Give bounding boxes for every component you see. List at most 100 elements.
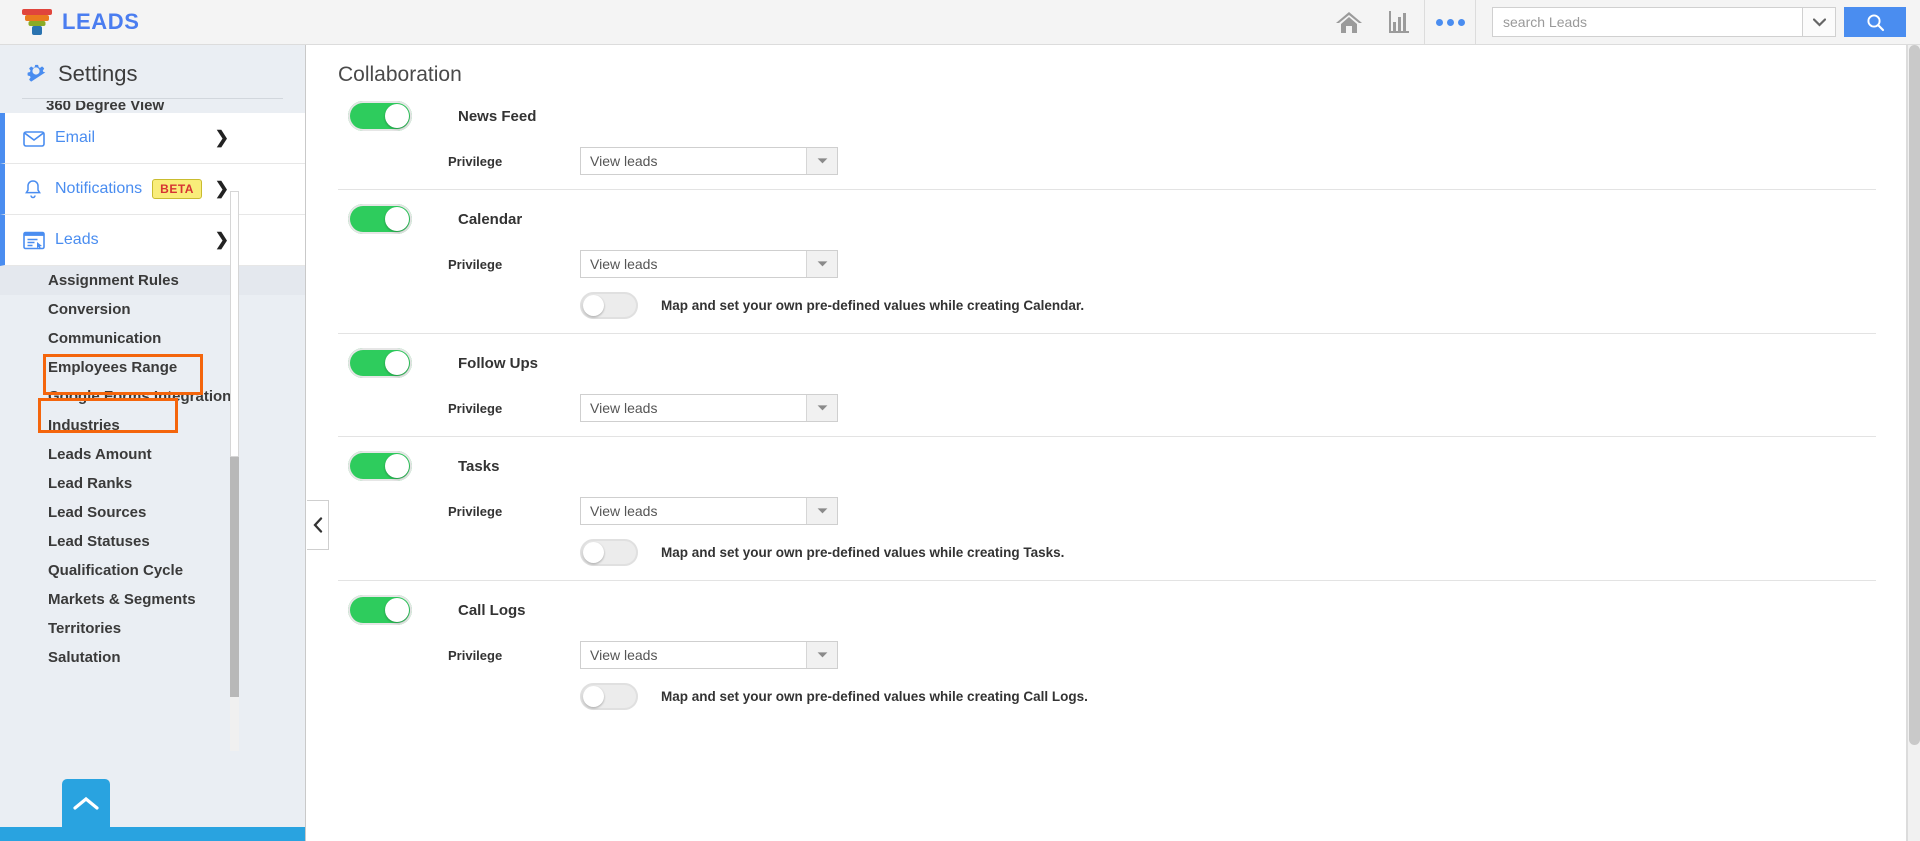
privilege-select[interactable]: View leads <box>580 147 838 175</box>
privilege-select-value: View leads <box>590 503 658 519</box>
feature-name: Calendar <box>458 210 523 228</box>
sidebar-sub-item[interactable]: Industries <box>0 411 305 440</box>
privilege-select[interactable]: View leads <box>580 497 838 525</box>
page-scrollbar-thumb[interactable] <box>1909 45 1920 745</box>
search-input[interactable] <box>1492 7 1802 37</box>
feature-header: Tasks <box>338 437 1876 481</box>
toggle-knob <box>385 598 409 622</box>
sidebar-sub-item[interactable]: Salutation <box>0 643 305 672</box>
caret-down-icon[interactable] <box>806 642 837 668</box>
privilege-select-value: View leads <box>590 400 658 416</box>
home-icon-svg <box>1336 12 1362 33</box>
sidebar-sub-item[interactable]: Assignment Rules <box>0 266 305 295</box>
sidebar-scrollbar-upper[interactable] <box>230 191 239 457</box>
sidebar-group-label-leads: Leads <box>55 231 99 248</box>
sidebar-sub-item-label: Conversion <box>48 301 131 318</box>
feature-name: Tasks <box>458 457 500 475</box>
map-values-toggle[interactable] <box>580 683 638 710</box>
map-values-row: Map and set your own pre-defined values … <box>338 683 1876 710</box>
leads-card-icon <box>23 231 49 250</box>
sidebar-item-360-degree-view[interactable]: 360 Degree View <box>0 101 305 113</box>
collaboration-sections: News Feed Privilege View leads Calendar Priv… <box>307 87 1907 724</box>
sidebar-sub-item[interactable]: Conversion <box>0 295 305 324</box>
sidebar-sub-item-label: Leads Amount <box>48 446 152 463</box>
envelope-icon <box>23 130 49 147</box>
scroll-to-top-button[interactable] <box>62 779 110 829</box>
feature-enable-toggle[interactable] <box>348 595 412 625</box>
feature-section: Follow Ups Privilege View leads <box>338 334 1876 437</box>
search-submit-button[interactable] <box>1844 7 1906 37</box>
privilege-select[interactable]: View leads <box>580 394 838 422</box>
feature-enable-toggle[interactable] <box>348 451 412 481</box>
bottom-status-bar <box>0 827 305 841</box>
sidebar-sub-item-label: Google Forms Integration <box>48 388 232 405</box>
sidebar-sub-item-label: Industries <box>48 417 120 434</box>
privilege-label: Privilege <box>448 153 503 169</box>
caret-down-icon[interactable] <box>806 395 837 421</box>
feature-header: News Feed <box>338 87 1876 131</box>
search-area <box>1492 7 1906 37</box>
home-icon[interactable] <box>1324 0 1374 45</box>
caret-down-icon[interactable] <box>806 148 837 174</box>
map-values-text: Map and set your own pre-defined values … <box>661 298 1085 313</box>
feature-section: Calendar Privilege View leads Map and set y… <box>338 190 1876 334</box>
sidebar-scrollbar-thumb[interactable] <box>230 457 239 697</box>
caret-down-glyph <box>817 405 827 411</box>
sidebar-group-label-email: Email <box>55 129 96 146</box>
feature-enable-toggle[interactable] <box>348 348 412 378</box>
topbar-actions <box>1324 0 1920 45</box>
sidebar-sub-item[interactable]: Leads Amount <box>0 440 305 469</box>
sidebar-sub-item[interactable]: Google Forms Integration <box>0 382 305 411</box>
chevron-right-icon: ❯ <box>214 128 229 147</box>
map-values-toggle[interactable] <box>580 539 638 566</box>
feature-enable-toggle[interactable] <box>348 101 412 131</box>
bar-chart-icon-svg <box>1389 11 1409 33</box>
sidebar-sub-item-label: Employees Range <box>48 359 178 376</box>
sidebar-sub-item[interactable]: Lead Ranks <box>0 469 305 498</box>
sidebar-sub-item-label: Salutation <box>48 649 121 666</box>
sidebar-sub-item-label: Markets & Segments <box>48 591 196 608</box>
toggle-knob <box>385 454 409 478</box>
sidebar-sub-item[interactable]: Markets & Segments <box>0 585 305 614</box>
search-icon <box>1866 13 1884 31</box>
caret-down-glyph <box>817 158 827 164</box>
sidebar-group-leads[interactable]: Leads ❯ <box>0 215 305 266</box>
toggle-knob <box>583 295 604 316</box>
caret-down-icon[interactable] <box>806 251 837 277</box>
sidebar-sub-item[interactable]: Communication <box>0 324 305 353</box>
privilege-label: Privilege <box>448 400 503 416</box>
page-scrollbar-track[interactable] <box>1907 45 1920 841</box>
bar-chart-icon[interactable] <box>1374 0 1424 45</box>
feature-name: Follow Ups <box>458 354 538 372</box>
sidebar-sub-list: Assignment Rules Conversion Communication E… <box>0 266 305 672</box>
sidebar-collapse-handle[interactable] <box>307 500 329 550</box>
brand-logo[interactable]: LEADS <box>22 8 140 36</box>
feature-enable-toggle[interactable] <box>348 204 412 234</box>
sidebar-group-email[interactable]: Email ❯ <box>0 113 305 164</box>
sidebar-title: Settings <box>58 60 138 86</box>
map-values-row: Map and set your own pre-defined values … <box>338 292 1876 319</box>
sidebar-sub-item[interactable]: Lead Sources <box>0 498 305 527</box>
chevron-up-icon <box>73 796 99 810</box>
sidebar-sub-item-label: Territories <box>48 620 122 637</box>
three-dots-icon[interactable] <box>1425 0 1475 45</box>
privilege-select[interactable]: View leads <box>580 250 838 278</box>
search-scope-dropdown[interactable] <box>1802 7 1836 37</box>
sidebar-sub-item[interactable]: Territories <box>0 614 305 643</box>
privilege-select-value: View leads <box>590 647 658 663</box>
map-values-toggle[interactable] <box>580 292 638 319</box>
privilege-select[interactable]: View leads <box>580 641 838 669</box>
feature-name: News Feed <box>458 107 537 125</box>
sidebar-sub-item[interactable]: Employees Range <box>0 353 305 382</box>
caret-down-glyph <box>817 261 827 267</box>
caret-down-icon[interactable] <box>806 498 837 524</box>
sidebar-sub-item-label: Lead Ranks <box>48 475 133 492</box>
map-values-text: Map and set your own pre-defined values … <box>661 689 1088 704</box>
sidebar-sub-item[interactable]: Lead Statuses <box>0 527 305 556</box>
sidebar-group-notifications[interactable]: Notifications BETA ❯ <box>0 164 305 215</box>
feature-section: Tasks Privilege View leads Map and set your… <box>338 437 1876 581</box>
toggle-knob <box>385 104 409 128</box>
gear-icon <box>24 59 48 88</box>
settings-sidebar: Settings 360 Degree View Email ❯ Notific… <box>0 45 306 841</box>
sidebar-sub-item[interactable]: Qualification Cycle <box>0 556 305 585</box>
